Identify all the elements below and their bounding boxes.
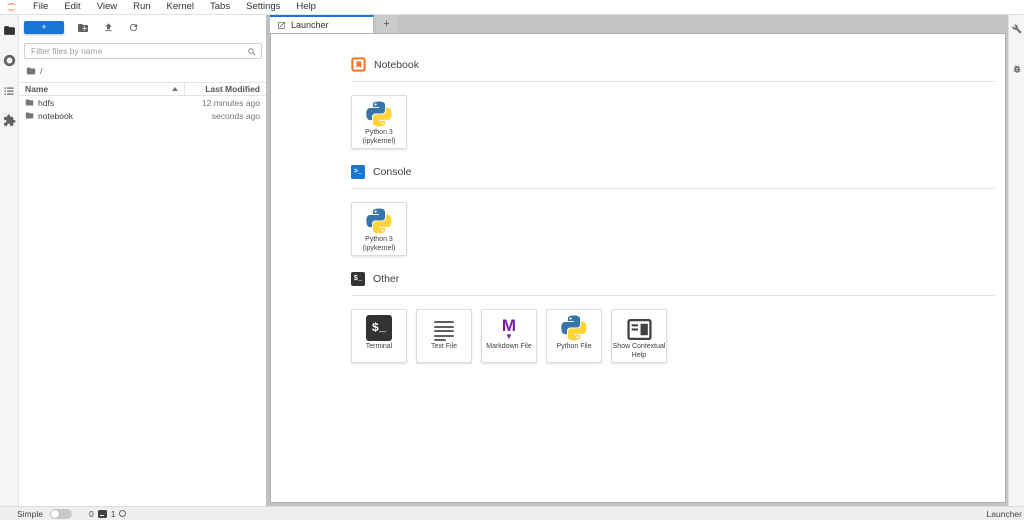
launcher-panel: Notebook Python 3 (ipykernel) <box>270 33 1006 503</box>
menu-file[interactable]: File <box>25 0 56 14</box>
launcher-section-other: $_ Other $_ Terminal <box>351 272 995 363</box>
terminal-icon: $_ <box>366 315 392 341</box>
extension-manager-icon[interactable] <box>3 114 16 127</box>
card-label: Python 3 (ipykernel) <box>363 236 396 254</box>
file-modified: 12 minutes ago <box>176 98 266 108</box>
sort-ascending-icon <box>172 87 178 91</box>
filter-files-wrap <box>24 41 262 59</box>
python-logo-icon <box>366 203 392 234</box>
current-activity-label: Launcher <box>987 509 1024 519</box>
markdown-icon: M ▼ <box>502 317 516 341</box>
new-folder-icon[interactable] <box>77 22 89 34</box>
home-folder-icon[interactable] <box>26 66 36 76</box>
tab-bar: Launcher + <box>270 15 1008 33</box>
card-label: Python 3 (ipykernel) <box>363 129 396 147</box>
card-label: Show Contextual Help <box>612 343 666 361</box>
main-dock-area: Launcher + Notebook <box>270 15 1008 506</box>
search-icon <box>247 44 257 62</box>
file-browser-icon[interactable] <box>3 24 16 37</box>
launcher-card-contextual-help[interactable]: Show Contextual Help <box>611 309 667 363</box>
running-counts[interactable]: 0 1 <box>89 509 126 519</box>
property-inspector-icon[interactable] <box>1012 21 1022 39</box>
launcher-card-markdown-file[interactable]: M ▼ Markdown File <box>481 309 537 363</box>
menu-edit[interactable]: Edit <box>56 0 88 14</box>
tab-launcher[interactable]: Launcher <box>270 15 374 33</box>
terminals-count: 0 <box>89 509 94 519</box>
file-browser-panel: + / Name Last Modified hdfs 12 minut <box>19 15 266 506</box>
launcher-section-notebook: Notebook Python 3 (ipykernel) <box>351 34 995 149</box>
python-logo-icon <box>366 96 392 127</box>
column-header-name[interactable]: Name <box>19 84 184 94</box>
breadcrumb-root[interactable]: / <box>40 66 42 76</box>
running-sessions-icon[interactable] <box>3 54 16 67</box>
terminal-icon: $_ <box>351 272 365 286</box>
folder-icon <box>25 98 34 107</box>
text-file-icon <box>434 321 454 341</box>
launcher-card-python-file[interactable]: Python File <box>546 309 602 363</box>
menu-help[interactable]: Help <box>288 0 324 14</box>
terminal-status-icon <box>98 510 107 518</box>
python-logo-icon <box>561 310 587 341</box>
launcher-card-notebook-python3[interactable]: Python 3 (ipykernel) <box>351 95 407 149</box>
file-name: notebook <box>38 111 73 121</box>
folder-icon <box>25 111 34 120</box>
card-label: Markdown File <box>486 343 532 352</box>
launcher-card-console-python3[interactable]: Python 3 (ipykernel) <box>351 202 407 256</box>
menu-kernel[interactable]: Kernel <box>159 0 202 14</box>
contextual-help-icon <box>627 310 652 341</box>
menu-view[interactable]: View <box>89 0 125 14</box>
file-modified: seconds ago <box>176 111 266 121</box>
refresh-icon[interactable] <box>127 22 139 34</box>
menu-settings[interactable]: Settings <box>238 0 288 14</box>
file-row-hdfs[interactable]: hdfs 12 minutes ago <box>19 96 266 109</box>
kernel-status-icon <box>119 510 126 517</box>
filter-files-input[interactable] <box>24 43 262 59</box>
status-bar: Simple 0 1 Launcher <box>0 506 1024 520</box>
file-browser-toolbar: + <box>19 15 266 35</box>
file-row-notebook[interactable]: notebook seconds ago <box>19 109 266 122</box>
left-sidebar <box>0 15 19 506</box>
menu-run[interactable]: Run <box>125 0 158 14</box>
section-divider <box>351 295 995 296</box>
debugger-icon[interactable] <box>1012 61 1022 79</box>
kernels-count: 1 <box>111 509 116 519</box>
column-header-modified[interactable]: Last Modified <box>184 83 266 95</box>
section-title: Notebook <box>374 59 419 71</box>
section-divider <box>351 81 995 82</box>
section-divider <box>351 188 995 189</box>
launcher-card-text-file[interactable]: Text File <box>416 309 472 363</box>
launcher-section-console: >_ Console Python 3 (ipykernel) <box>351 165 995 256</box>
menu-tabs[interactable]: Tabs <box>202 0 238 14</box>
new-tab-button[interactable]: + <box>376 15 397 33</box>
new-launcher-button[interactable]: + <box>24 21 64 34</box>
column-name-label: Name <box>25 84 48 94</box>
right-sidebar <box>1008 15 1024 506</box>
file-name: hdfs <box>38 98 54 108</box>
notebook-icon <box>351 57 366 72</box>
launcher-card-terminal[interactable]: $_ Terminal <box>351 309 407 363</box>
file-list-header: Name Last Modified <box>19 82 266 96</box>
menu-bar: File Edit View Run Kernel Tabs Settings … <box>0 0 1024 15</box>
section-title: Other <box>373 273 399 285</box>
tab-launcher-label: Launcher <box>291 20 329 30</box>
card-label: Terminal <box>366 343 392 352</box>
simple-mode-label: Simple <box>17 509 43 519</box>
breadcrumb: / <box>26 65 266 76</box>
upload-icon[interactable] <box>102 22 114 34</box>
card-label: Python File <box>556 343 591 352</box>
jupyter-logo-icon <box>4 1 19 13</box>
simple-mode-toggle[interactable] <box>50 509 72 519</box>
table-of-contents-icon[interactable] <box>3 84 16 97</box>
console-icon: >_ <box>351 165 365 179</box>
launcher-icon <box>277 21 286 30</box>
section-title: Console <box>373 166 412 178</box>
card-label: Text File <box>431 343 457 352</box>
